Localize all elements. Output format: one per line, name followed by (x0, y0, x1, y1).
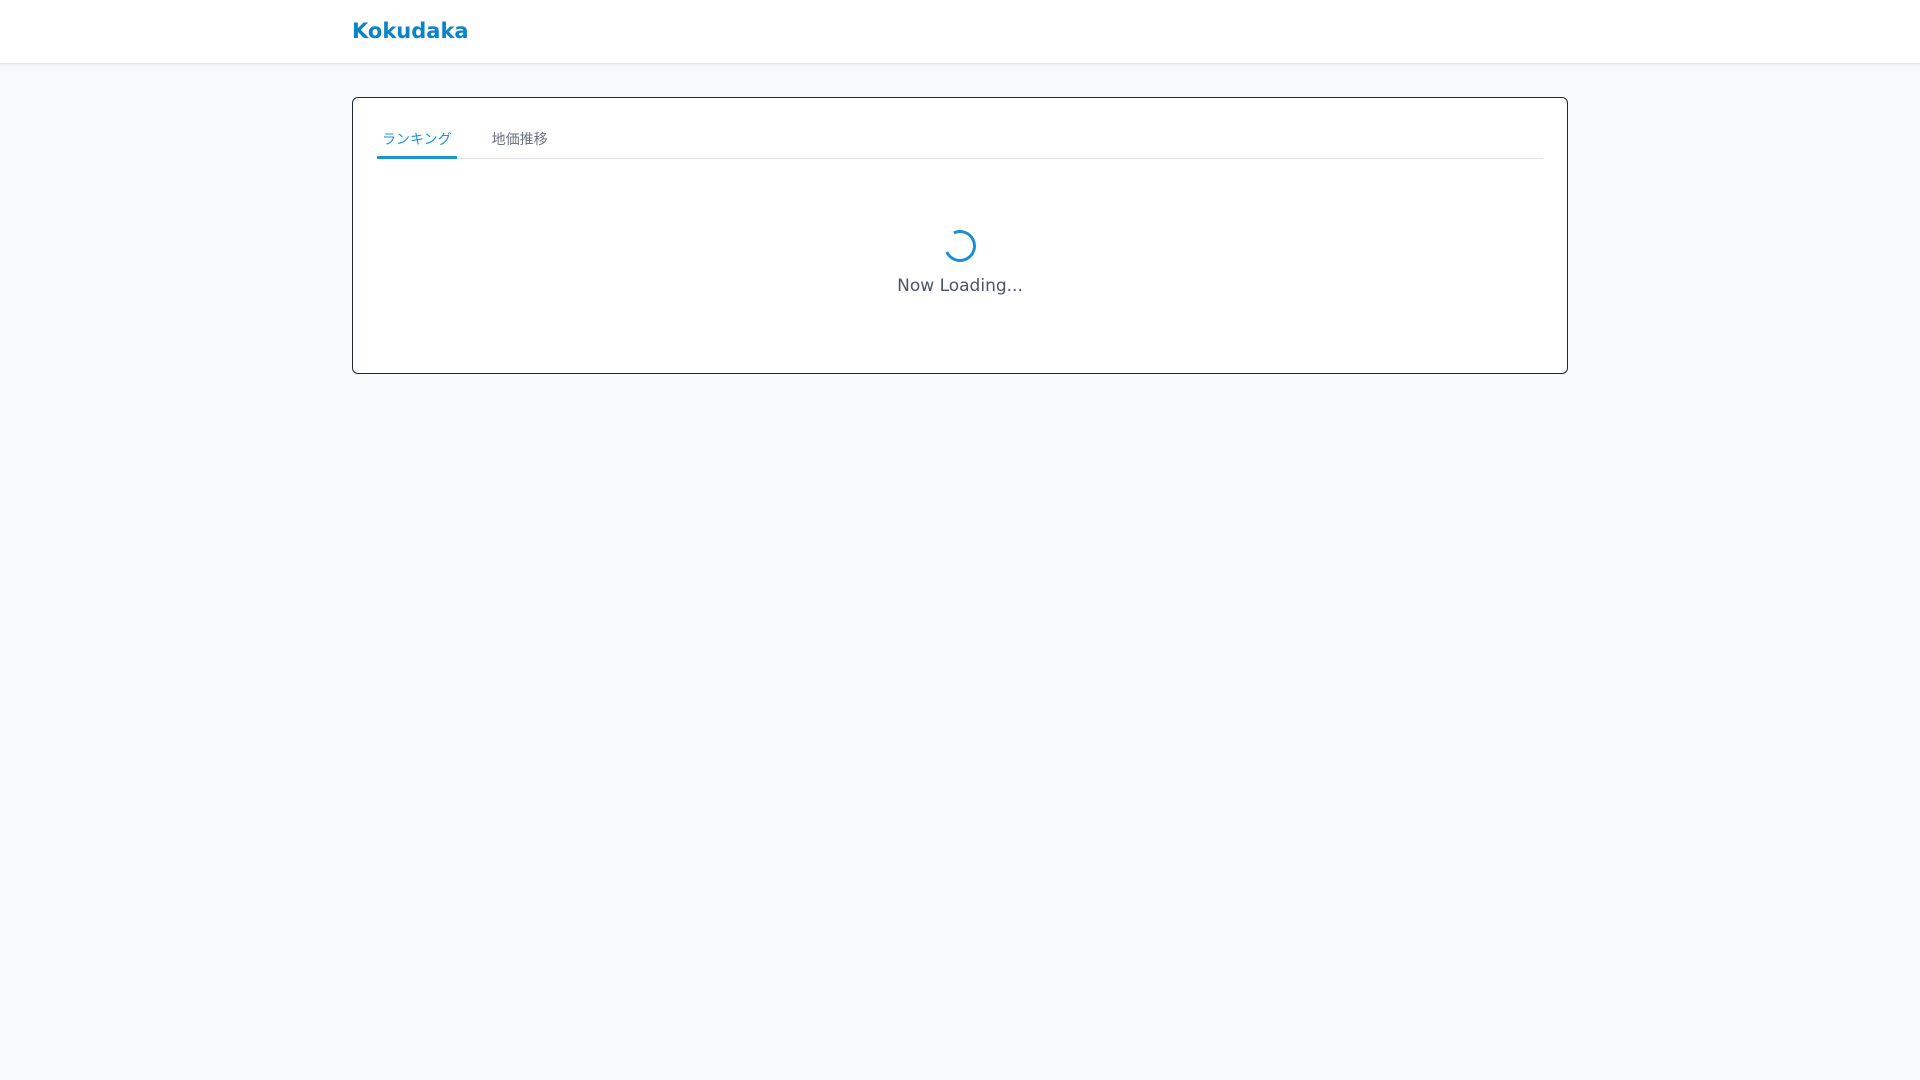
tab-ranking[interactable]: ランキング (377, 126, 457, 159)
loading-indicator: Now Loading... (353, 225, 1567, 296)
loading-text: Now Loading... (897, 276, 1023, 296)
content-card: ランキング 地価推移 Now Loading... (352, 97, 1568, 374)
spinner-icon (939, 225, 981, 267)
tab-land-price-trend[interactable]: 地価推移 (487, 126, 553, 159)
header: Kokudaka (0, 0, 1920, 64)
tab-bar: ランキング 地価推移 (377, 126, 1543, 159)
logo-link[interactable]: Kokudaka (352, 19, 469, 43)
